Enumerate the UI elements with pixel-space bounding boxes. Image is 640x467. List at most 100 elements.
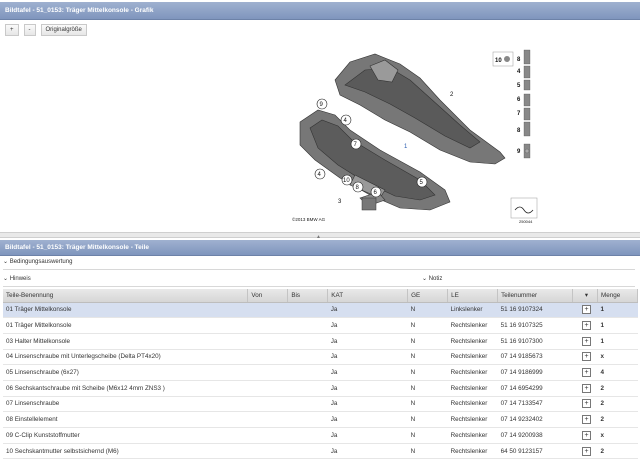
add-to-cart-cell: + [572, 380, 598, 397]
add-to-cart-cell: + [572, 411, 598, 428]
von-cell [247, 427, 288, 444]
table-row[interactable]: 07 Linsenschraube Ja N Rechtslenker 07 14 71… [3, 396, 638, 413]
quantity-cell: x [597, 427, 638, 444]
legend-part-drawings [523, 49, 531, 159]
add-to-cart-icon[interactable]: + [582, 305, 591, 315]
von-cell [247, 411, 288, 428]
ge-cell: N [407, 396, 448, 413]
column-header-bis[interactable]: Bis [287, 289, 329, 303]
add-to-cart-cell: + [572, 443, 598, 460]
part-name-cell: 07 Linsenschraube [3, 396, 248, 413]
bis-cell [287, 411, 328, 428]
part-number-cell: 07 14 7133547 [497, 396, 573, 413]
zoom-out-button[interactable]: - [23, 24, 36, 36]
column-header-quantity[interactable]: Menge [597, 289, 639, 303]
add-to-cart-icon[interactable]: + [582, 430, 591, 440]
parts-diagram-area: 9 4 7 2 1 4 10 8 5 3 6 ©2013 BMW AG 10 8… [0, 40, 640, 230]
part-number-cell: 07 14 9185673 [497, 349, 573, 366]
part-number-cell: 07 14 9200938 [497, 427, 573, 444]
add-to-cart-icon[interactable]: + [582, 446, 591, 456]
add-to-cart-icon[interactable]: + [582, 352, 591, 362]
quantity-cell: 2 [597, 396, 638, 413]
column-header-kat[interactable]: KAT [327, 289, 409, 303]
part-number-cell: 07 14 9232402 [497, 411, 573, 428]
column-header-name[interactable]: Teile-Benennung [3, 289, 249, 303]
legend-number: 6 [517, 97, 521, 103]
ge-cell: N [407, 411, 448, 428]
part-name-cell: 06 Sechskantschraube mit Scheibe (M6x12 … [3, 380, 248, 397]
add-to-cart-cell: + [572, 396, 598, 413]
parts-panel-title: Bildtafel - 51_0153: Träger Mittelkonsol… [0, 240, 640, 256]
hint-toggle[interactable]: ⌄ Hinweis [3, 275, 31, 282]
table-row[interactable]: 03 Halter Mittelkonsole Ja N Rechtslenker 51… [3, 333, 638, 350]
column-header-von[interactable]: Von [247, 289, 289, 303]
quantity-cell: 2 [597, 411, 638, 428]
panel-splitter[interactable]: ▲ [0, 232, 640, 240]
quantity-cell: 2 [597, 443, 638, 460]
legend-number: 7 [517, 111, 521, 117]
column-menu-button[interactable]: ▾ [572, 289, 598, 303]
ge-cell: N [407, 380, 448, 397]
graphic-toolbar: + - Originalgröße [5, 24, 87, 36]
parts-diagram[interactable]: 9 4 7 2 1 4 10 8 5 3 6 ©2013 BMW AG 10 8… [0, 40, 640, 230]
chevron-down-icon: ▾ [584, 291, 589, 299]
zoom-in-button[interactable]: + [5, 24, 19, 36]
kat-cell: Ja [327, 349, 408, 366]
von-cell [247, 380, 288, 397]
console-carrier-drawing [299, 53, 506, 211]
note-toggle[interactable]: ⌄ Notiz [422, 275, 442, 282]
part-name-cell: 10 Sechskantmutter selbstsichernd (M6) [3, 443, 248, 460]
add-to-cart-icon[interactable]: + [582, 415, 591, 425]
ge-cell: N [407, 364, 448, 381]
legend-number: 8 [517, 128, 521, 134]
add-to-cart-cell: + [572, 364, 598, 381]
le-cell: Linkslenker [447, 302, 498, 319]
kat-cell: Ja [327, 380, 408, 397]
condition-evaluation-toggle[interactable]: ⌄ Bedingungsauswertung [3, 258, 72, 265]
legend-number: 4 [517, 69, 521, 75]
image-id-text: 250044 [519, 219, 533, 224]
column-header-le[interactable]: LE [447, 289, 499, 303]
part-number-cell: 64 50 9123157 [497, 443, 573, 460]
legend-number: 10 [495, 58, 502, 64]
graphic-panel-title: Bildtafel - 51_0153: Träger Mittelkonsol… [0, 2, 640, 20]
kat-cell: Ja [327, 427, 408, 444]
add-to-cart-icon[interactable]: + [582, 336, 591, 346]
bis-cell [287, 443, 328, 460]
part-name-cell: 09 C-Clip Kunststoffmutter [3, 427, 248, 444]
symbol-box [510, 197, 538, 219]
parts-table: Teile-Benennung Von Bis KAT GE LE Teilen… [3, 289, 639, 460]
table-row[interactable]: 01 Träger Mittelkonsole Ja N Linkslenker 51 … [3, 302, 638, 319]
table-row[interactable]: 09 C-Clip Kunststoffmutter Ja N Rechtslenke… [3, 427, 638, 444]
bis-cell [287, 380, 328, 397]
le-cell: Rechtslenker [447, 427, 498, 444]
original-size-button[interactable]: Originalgröße [40, 24, 87, 36]
column-header-partnumber[interactable]: Teilenummer [497, 289, 574, 303]
nut-part-drawing [504, 56, 510, 62]
add-to-cart-icon[interactable]: + [582, 321, 591, 331]
kat-cell: Ja [327, 443, 408, 460]
add-to-cart-cell: + [572, 302, 598, 319]
table-row[interactable]: 01 Träger Mittelkonsole Ja N Rechtslenker 51… [3, 317, 638, 334]
table-row[interactable]: 08 Einstellelement Ja N Rechtslenker 07 14 9… [3, 411, 638, 428]
quantity-cell: 4 [597, 364, 638, 381]
add-to-cart-icon[interactable]: + [582, 383, 591, 393]
part-number-cell: 51 16 9107324 [497, 302, 573, 319]
add-to-cart-icon[interactable]: + [582, 368, 591, 378]
column-header-ge[interactable]: GE [407, 289, 449, 303]
table-row[interactable]: 10 Sechskantmutter selbstsichernd (M6) Ja… [3, 443, 638, 460]
le-cell: Rechtslenker [447, 396, 498, 413]
add-to-cart-icon[interactable]: + [582, 399, 591, 409]
chevron-down-icon: ⌄ [422, 276, 429, 282]
bis-cell [287, 427, 328, 444]
ge-cell: N [407, 317, 448, 334]
table-row[interactable]: 04 Linsenschraube mit Unterlegscheibe (D… [3, 349, 638, 366]
part-name-cell: 04 Linsenschraube mit Unterlegscheibe (D… [3, 349, 248, 366]
table-row[interactable]: 05 Linsenschraube (6x27) Ja N Rechtslenker 0… [3, 364, 638, 381]
von-cell [247, 396, 288, 413]
von-cell [247, 443, 288, 460]
divider [3, 286, 635, 287]
le-cell: Rechtslenker [447, 380, 498, 397]
table-row[interactable]: 06 Sechskantschraube mit Scheibe (M6x12 … [3, 380, 638, 397]
legend-number: 9 [517, 149, 521, 155]
